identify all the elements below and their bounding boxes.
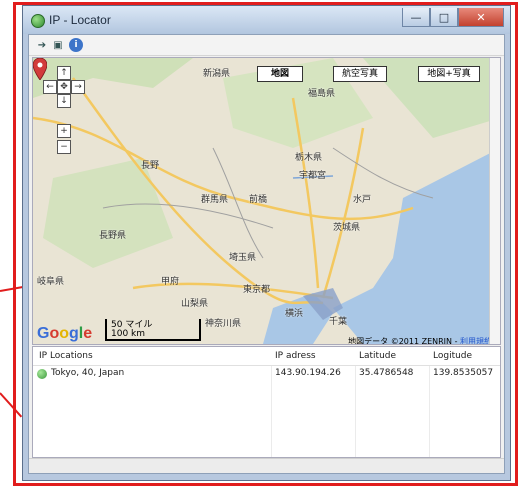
place-label: 神奈川県 xyxy=(205,319,242,329)
ip-results-table: IP Locations IP adress Latitude Logitude… xyxy=(32,346,501,458)
close-button[interactable]: ✕ xyxy=(458,8,504,27)
client-area: ➔ ▣ i 地図 航空写真 地図+写真 ↑ ← ✥ → ↓ + − 新潟県 福島… xyxy=(28,34,505,474)
map-scrollbar[interactable] xyxy=(489,58,500,344)
place-label: 東京都 xyxy=(243,285,271,295)
map-scale: 50 マイル 100 km xyxy=(105,319,201,341)
column-header-ip-locations[interactable]: IP Locations xyxy=(39,351,93,361)
place-label: 埼玉県 xyxy=(229,253,257,263)
zoom-out-button[interactable]: − xyxy=(57,140,71,154)
column-header-ip-adress[interactable]: IP adress xyxy=(275,351,316,361)
place-label: 岐阜県 xyxy=(37,277,65,287)
row-location: Tokyo, 40, Japan xyxy=(51,368,125,378)
google-logo: Google xyxy=(37,325,93,342)
zoom-in-button[interactable]: + xyxy=(57,124,71,138)
place-label: 宇都宮 xyxy=(299,171,327,181)
toolbar: ➔ ▣ i xyxy=(29,35,504,56)
map-type-map-button[interactable]: 地図 xyxy=(257,66,303,82)
pan-center-button[interactable]: ✥ xyxy=(57,80,71,94)
pan-right-button[interactable]: → xyxy=(71,80,85,94)
table-row[interactable]: Tokyo, 40, Japan 143.90.194.26 35.478654… xyxy=(33,365,500,381)
scale-km-label: 100 km xyxy=(111,329,146,339)
map-view[interactable]: 地図 航空写真 地図+写真 ↑ ← ✥ → ↓ + − 新潟県 福島県 長野 群… xyxy=(32,57,501,345)
location-marker-icon[interactable] xyxy=(33,58,47,80)
place-label: 新潟県 xyxy=(203,69,231,79)
map-type-satellite-button[interactable]: 航空写真 xyxy=(333,66,387,82)
place-label: 福島県 xyxy=(308,89,336,99)
title-bar[interactable]: IP - Locator — □ ✕ xyxy=(23,6,510,34)
terms-link[interactable]: 利用規約 xyxy=(460,337,492,344)
copyright-text: 地図データ ©2011 ZENRIN - xyxy=(348,337,460,345)
place-label: 長野県 xyxy=(99,231,127,241)
maximize-button[interactable]: □ xyxy=(430,8,458,27)
place-label: 前橋 xyxy=(249,195,268,205)
place-label: 甲府 xyxy=(161,277,180,287)
place-label: 横浜 xyxy=(285,309,304,319)
location-globe-icon xyxy=(37,369,47,379)
minimize-button[interactable]: — xyxy=(402,8,430,27)
row-latitude: 35.4786548 xyxy=(359,368,414,378)
row-ip: 143.90.194.26 xyxy=(275,368,341,378)
info-icon[interactable]: i xyxy=(69,38,83,52)
app-globe-icon xyxy=(31,14,45,28)
map-type-hybrid-button[interactable]: 地図+写真 xyxy=(418,66,480,82)
row-longitude: 139.8535057 xyxy=(433,368,494,378)
status-bar xyxy=(29,458,504,473)
window-title: IP - Locator xyxy=(49,13,111,27)
back-icon[interactable]: ➔ xyxy=(35,38,49,52)
place-label: 長野 xyxy=(141,161,160,171)
column-header-latitude[interactable]: Latitude xyxy=(359,351,396,361)
pan-left-button[interactable]: ← xyxy=(43,80,57,94)
place-label: 水戸 xyxy=(353,195,372,205)
window-controls: — □ ✕ xyxy=(402,8,504,27)
place-label: 栃木県 xyxy=(295,153,323,163)
map-copyright: 地図データ ©2011 ZENRIN - 利用規約 xyxy=(348,336,492,345)
place-label: 群馬県 xyxy=(201,195,229,205)
place-label: 茨城県 xyxy=(333,223,361,233)
pan-down-button[interactable]: ↓ xyxy=(57,94,71,108)
app-window: IP - Locator — □ ✕ ➔ ▣ i 地図 航空写真 地図+写真 ↑… xyxy=(22,5,511,481)
place-label: 千葉 xyxy=(329,317,348,327)
pan-up-button[interactable]: ↑ xyxy=(57,66,71,80)
place-label: 山梨県 xyxy=(181,299,209,309)
column-header-logitude[interactable]: Logitude xyxy=(433,351,472,361)
table-header: IP Locations IP adress Latitude Logitude xyxy=(33,347,500,366)
window-icon[interactable]: ▣ xyxy=(51,38,65,52)
